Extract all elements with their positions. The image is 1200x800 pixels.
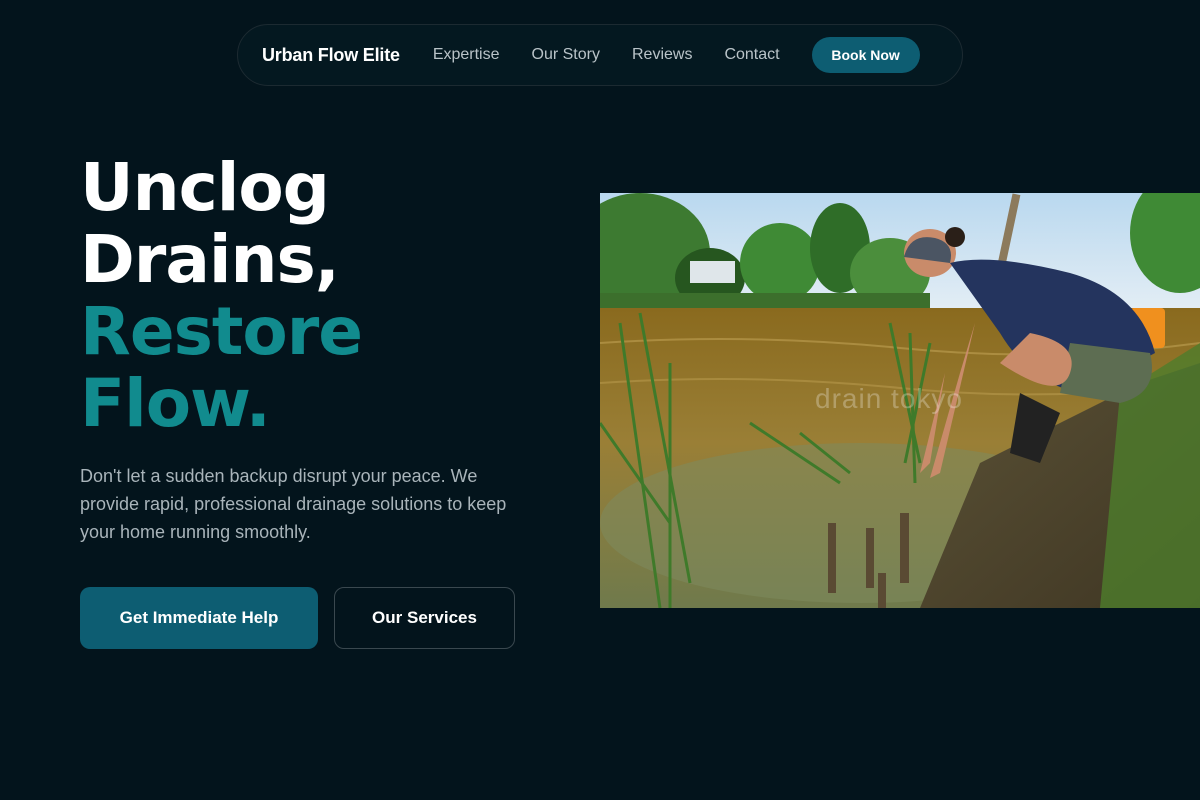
hero-title-accent-line-2: Flow. <box>80 365 271 442</box>
book-now-button[interactable]: Book Now <box>811 37 920 73</box>
our-services-button[interactable]: Our Services <box>334 587 515 649</box>
hero-title-line-1: Unclog <box>80 149 330 226</box>
hero-title: Unclog Drains, Restore Flow. <box>80 149 363 442</box>
image-watermark: drain tokyo <box>815 383 963 414</box>
top-navigation: Urban Flow Elite Expertise Our Story Rev… <box>237 24 963 86</box>
nav-link-contact[interactable]: Contact <box>724 46 779 64</box>
brand-logo[interactable]: Urban Flow Elite <box>262 45 400 66</box>
nav-link-expertise[interactable]: Expertise <box>433 46 500 64</box>
nav-link-our-story[interactable]: Our Story <box>532 46 600 64</box>
hero-title-line-2: Drains, <box>80 221 340 298</box>
hero-description: Don't let a sudden backup disrupt your p… <box>80 466 507 542</box>
get-immediate-help-button[interactable]: Get Immediate Help <box>80 587 318 649</box>
hero-title-accent-line-1: Restore <box>80 293 363 370</box>
hero-image: drain tokyo <box>600 193 1200 608</box>
nav-link-reviews[interactable]: Reviews <box>632 46 692 64</box>
